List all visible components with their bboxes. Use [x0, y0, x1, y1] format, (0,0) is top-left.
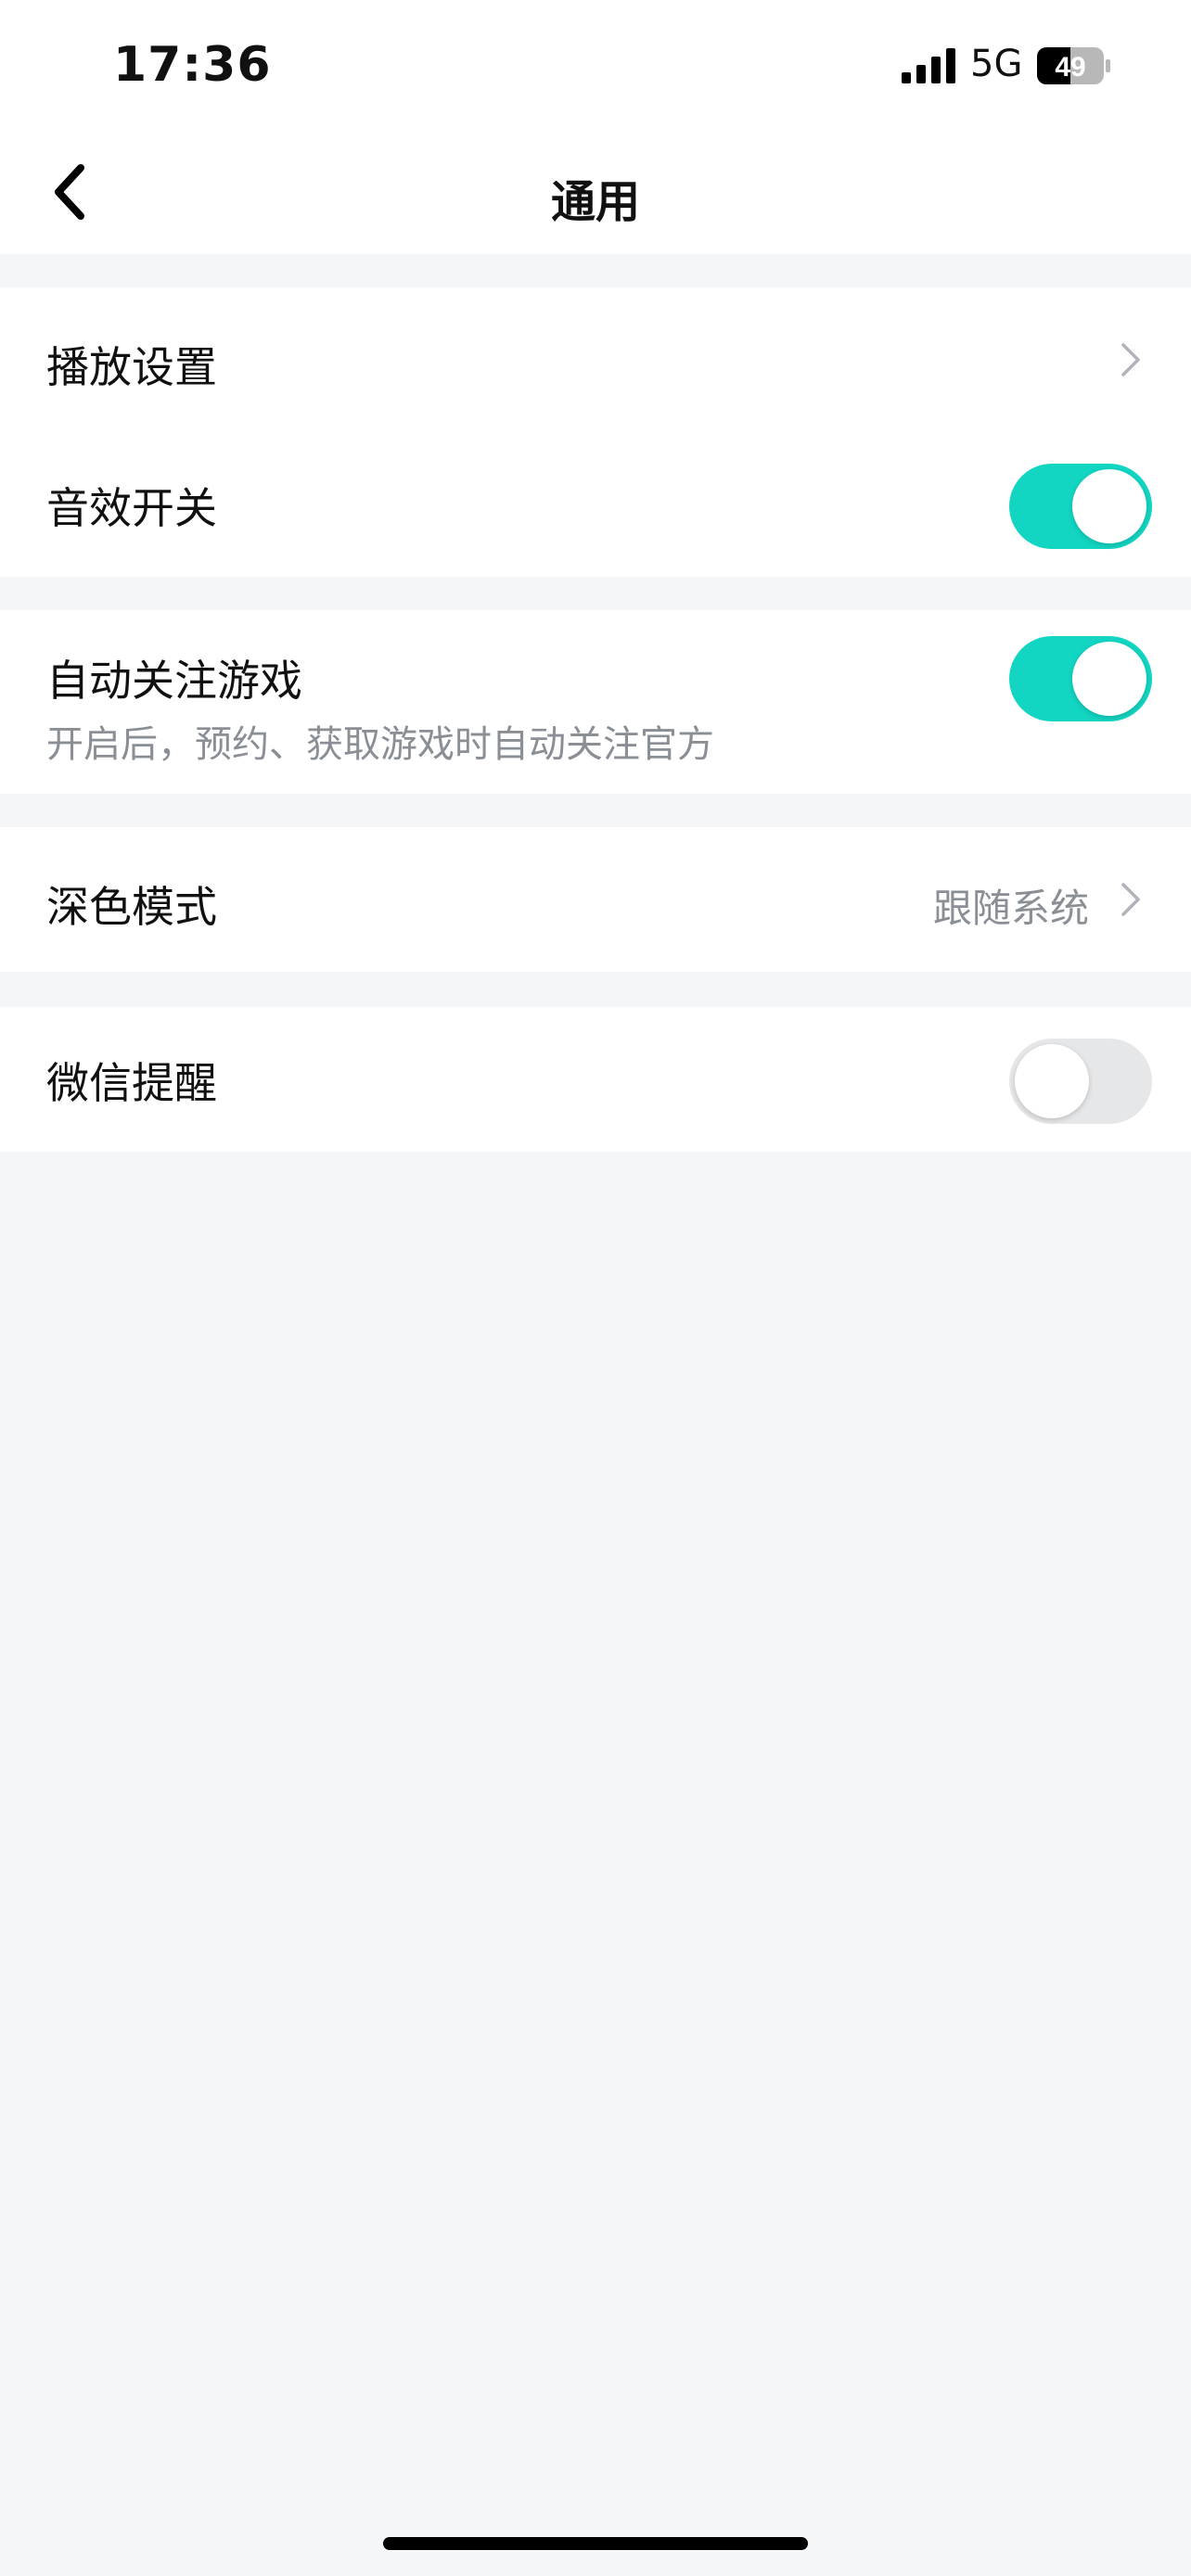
- dark-mode-label: 深色模式: [46, 882, 217, 932]
- settings-group-auto-follow: 自动关注游戏 开启后，预约、获取游戏时自动关注官方: [0, 610, 1191, 794]
- navigation-bar: 通用: [0, 130, 1191, 254]
- network-label: 5G: [970, 43, 1023, 85]
- home-indicator[interactable]: [383, 2537, 808, 2550]
- sound-effects-toggle[interactable]: [1009, 464, 1152, 549]
- sound-effects-row: 音效开关: [0, 432, 1191, 577]
- status-time: 17:36: [113, 37, 272, 93]
- sound-effects-label: 音效开关: [46, 483, 217, 533]
- wechat-reminder-row: 微信提醒: [0, 1007, 1191, 1152]
- toggle-knob: [1072, 469, 1146, 543]
- settings-group-playback: 播放设置 音效开关: [0, 287, 1191, 577]
- dark-mode-value: 跟随系统: [932, 886, 1089, 931]
- chevron-right-icon: [1121, 883, 1140, 916]
- wechat-reminder-toggle[interactable]: [1009, 1039, 1152, 1124]
- settings-group-wechat: 微信提醒: [0, 1007, 1191, 1152]
- playback-settings-row[interactable]: 播放设置: [0, 287, 1191, 432]
- chevron-right-icon: [1121, 343, 1140, 376]
- auto-follow-label: 自动关注游戏: [46, 656, 302, 706]
- page-title: 通用: [550, 176, 640, 228]
- auto-follow-row: 自动关注游戏 开启后，预约、获取游戏时自动关注官方: [0, 610, 1191, 794]
- toggle-knob: [1072, 642, 1146, 716]
- battery-level: 49: [1055, 52, 1085, 83]
- signal-icon: [902, 48, 955, 83]
- auto-follow-description: 开启后，预约、获取游戏时自动关注官方: [46, 723, 714, 766]
- wechat-reminder-label: 微信提醒: [46, 1058, 217, 1108]
- playback-settings-label: 播放设置: [46, 342, 217, 392]
- status-bar: 17:36 5G 49: [0, 0, 1191, 130]
- auto-follow-toggle[interactable]: [1009, 636, 1152, 721]
- toggle-knob: [1015, 1044, 1089, 1118]
- dark-mode-row[interactable]: 深色模式 跟随系统: [0, 827, 1191, 972]
- battery-icon: 49: [1037, 47, 1110, 84]
- settings-group-dark-mode: 深色模式 跟随系统: [0, 827, 1191, 972]
